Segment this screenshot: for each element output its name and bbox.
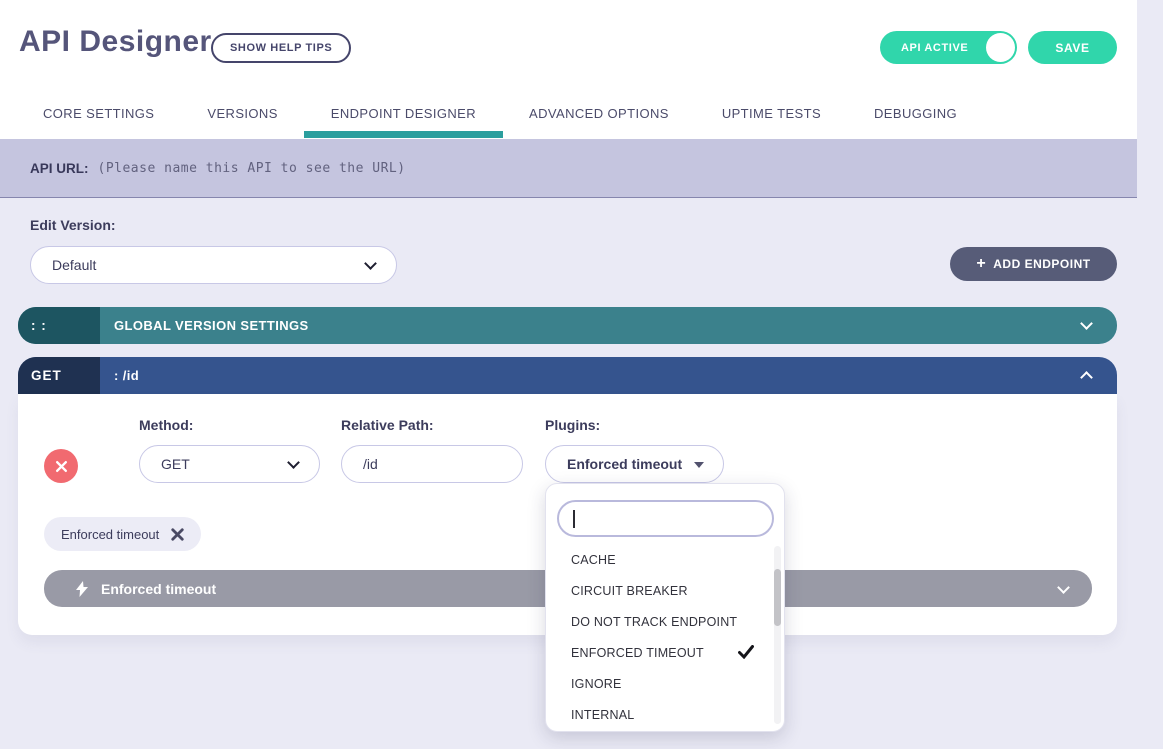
plugin-option-enforced-timeout[interactable]: ENFORCED TIMEOUT [546,637,774,668]
plugin-option-internal[interactable]: INTERNAL [546,699,774,730]
toggle-knob[interactable] [986,33,1015,62]
close-icon [55,460,68,473]
save-button-label: SAVE [1055,41,1089,55]
scrollbar-thumb[interactable] [774,569,781,626]
chevron-up-icon[interactable] [1080,371,1093,384]
relative-path-label: Relative Path: [341,417,434,433]
show-help-tips-button[interactable]: SHOW HELP TIPS [211,33,351,63]
api-url-banner: API URL: (Please name this API to see th… [0,139,1137,198]
api-url-label: API URL: [30,161,89,176]
tab-bar: CORE SETTINGS VERSIONS ENDPOINT DESIGNER… [43,106,957,121]
tab-debugging[interactable]: DEBUGGING [874,106,957,121]
endpoint-header-bar[interactable]: GET : /id [18,357,1117,394]
save-button[interactable]: SAVE [1028,31,1117,64]
plugins-label: Plugins: [545,417,600,433]
plugin-option-ignore[interactable]: IGNORE [546,668,774,699]
edit-version-select[interactable]: Default [30,246,397,284]
header: API Designer SHOW HELP TIPS API ACTIVE S… [0,0,1137,139]
api-active-toggle[interactable]: API ACTIVE [880,31,1017,64]
chevron-down-icon[interactable] [1080,317,1093,330]
global-version-settings-label: GLOBAL VERSION SETTINGS [100,318,309,333]
show-help-tips-label: SHOW HELP TIPS [230,42,332,54]
chevron-down-icon [287,456,300,469]
endpoint-path-label: : /id [100,368,139,383]
tab-versions[interactable]: VERSIONS [207,106,277,121]
drag-handle-icon[interactable]: : : [18,307,100,344]
delete-endpoint-button[interactable] [44,449,78,483]
page-title: API Designer [19,25,212,59]
method-badge: GET [18,357,100,394]
plus-icon: + [976,256,986,272]
api-active-label: API ACTIVE [901,42,968,54]
plugin-options-list: CACHE CIRCUIT BREAKER DO NOT TRACK ENDPO… [546,544,774,730]
enforced-timeout-section-label: Enforced timeout [101,581,216,597]
tab-endpoint-designer[interactable]: ENDPOINT DESIGNER [331,106,476,121]
plugin-option-do-not-track[interactable]: DO NOT TRACK ENDPOINT [546,606,774,637]
plugin-search-box[interactable] [557,500,774,537]
relative-path-input[interactable]: /id [341,445,523,483]
add-endpoint-button[interactable]: + ADD ENDPOINT [950,247,1117,281]
tab-advanced-options[interactable]: ADVANCED OPTIONS [529,106,669,121]
method-value: GET [161,456,190,472]
scrollbar-track[interactable] [774,546,781,724]
edit-version-label: Edit Version: [30,217,116,233]
plugins-value: Enforced timeout [567,456,682,472]
method-label: Method: [139,417,193,433]
edit-version-value: Default [52,257,96,273]
api-url-hint: (Please name this API to see the URL) [98,161,406,176]
selected-plugin-chip: Enforced timeout [44,517,201,551]
plugin-option-cache[interactable]: CACHE [546,544,774,575]
check-icon [738,645,754,659]
text-cursor [573,510,575,528]
tab-uptime-tests[interactable]: UPTIME TESTS [722,106,821,121]
plugin-search-input[interactable] [559,502,772,535]
chevron-down-icon [364,257,377,270]
plugins-dropdown: CACHE CIRCUIT BREAKER DO NOT TRACK ENDPO… [545,483,785,732]
add-endpoint-label: ADD ENDPOINT [993,257,1090,271]
selected-plugin-chip-label: Enforced timeout [61,527,159,542]
remove-plugin-icon[interactable] [171,528,184,541]
caret-down-icon [694,462,704,468]
method-select[interactable]: GET [139,445,320,483]
api-designer-page: API Designer SHOW HELP TIPS API ACTIVE S… [0,0,1163,749]
chevron-down-icon[interactable] [1057,581,1070,594]
plugin-option-circuit-breaker[interactable]: CIRCUIT BREAKER [546,575,774,606]
relative-path-value: /id [363,456,378,472]
lightning-icon [76,581,88,597]
tab-core-settings[interactable]: CORE SETTINGS [43,106,154,121]
plugins-select[interactable]: Enforced timeout [545,445,724,483]
global-version-settings-bar[interactable]: : : GLOBAL VERSION SETTINGS [18,307,1117,344]
